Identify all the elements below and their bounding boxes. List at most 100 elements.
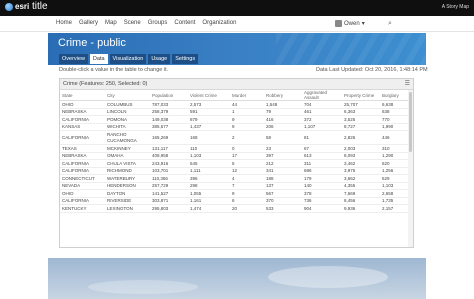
table-cell[interactable]: RANCHO CUCAMONGA — [105, 130, 150, 145]
table-cell[interactable]: 9 — [230, 115, 264, 124]
table-cell[interactable]: 372 — [302, 115, 342, 124]
table-cell[interactable]: 6,363 — [342, 108, 380, 116]
table-cell[interactable]: 44 — [230, 100, 264, 109]
table-cell[interactable]: 620 — [380, 159, 409, 168]
table-cell[interactable]: 81 — [302, 130, 342, 145]
table-cell[interactable]: WICHITA — [105, 123, 150, 131]
table-cell[interactable]: 787,033 — [150, 100, 188, 109]
column-header[interactable]: Violent Crime — [188, 90, 230, 101]
table-cell[interactable]: 168 — [188, 130, 230, 145]
table-cell[interactable]: 2,826 — [342, 130, 380, 145]
table-cell[interactable]: 103,701 — [150, 167, 188, 175]
table-cell[interactable]: 7,669 — [342, 189, 380, 198]
column-header[interactable]: Property Crime — [342, 90, 380, 101]
table-cell[interactable]: 567 — [264, 189, 302, 198]
table-cell[interactable]: 736 — [302, 197, 342, 205]
table-cell[interactable]: 137 — [264, 182, 302, 190]
table-cell[interactable]: 140 — [302, 182, 342, 190]
table-cell[interactable]: 2,573 — [188, 100, 230, 109]
nav-map[interactable]: Map — [105, 20, 117, 26]
table-row[interactable]: CALIFORNIA RICHMOND 103,701 1,111 12 341 686 3,… — [60, 167, 409, 175]
table-cell[interactable]: 243,916 — [150, 159, 188, 168]
table-cell[interactable]: 879 — [188, 115, 230, 124]
table-cell[interactable]: 212 — [264, 159, 302, 168]
table-cell[interactable]: 545 — [188, 159, 230, 168]
table-cell[interactable]: WATERBURY — [105, 174, 150, 183]
table-cell[interactable]: 149,038 — [150, 115, 188, 124]
table-cell[interactable]: 295,803 — [150, 204, 188, 213]
table-cell[interactable]: TEXAS — [60, 144, 105, 153]
nav-content[interactable]: Content — [174, 20, 195, 26]
table-cell[interactable]: 303,871 — [150, 197, 188, 205]
table-row[interactable]: KANSAS WICHITA 385,577 1,437 9 206 1,107 8,727 1… — [60, 123, 409, 131]
nav-organization[interactable]: Organization — [202, 20, 236, 26]
table-cell[interactable]: 613 — [302, 152, 342, 160]
table-cell[interactable]: 165,269 — [150, 130, 188, 145]
table-cell[interactable]: 7 — [230, 182, 264, 190]
column-header[interactable]: Population — [150, 90, 188, 101]
table-cell[interactable]: 141,527 — [150, 189, 188, 198]
search-icon[interactable]: ⌕ — [388, 20, 392, 28]
table-cell[interactable]: 20 — [230, 204, 264, 213]
table-cell[interactable]: NEVADA — [60, 182, 105, 190]
table-menu-icon[interactable]: ☰ — [405, 80, 410, 87]
table-cell[interactable]: 1,437 — [188, 123, 230, 131]
table-cell[interactable]: 110 — [188, 144, 230, 153]
table-cell[interactable]: 9 — [230, 189, 264, 198]
table-cell[interactable]: 23 — [264, 144, 302, 153]
table-cell[interactable]: 904 — [302, 204, 342, 213]
table-cell[interactable]: 25,707 — [342, 100, 380, 109]
table-cell[interactable]: 298 — [188, 182, 230, 190]
table-cell[interactable]: 1,161 — [188, 197, 230, 205]
table-cell[interactable]: 629 — [380, 174, 409, 183]
table-cell[interactable]: OHIO — [60, 100, 105, 109]
table-cell[interactable]: 396 — [188, 174, 230, 183]
table-cell[interactable]: 3,525 — [342, 115, 380, 124]
table-cell[interactable]: 2,658 — [380, 189, 409, 198]
table-cell[interactable]: POMONA — [105, 115, 150, 124]
table-row[interactable]: NEVADA HENDERSON 257,729 298 7 137 140 4,355 1,1… — [60, 182, 409, 190]
nav-home[interactable]: Home — [56, 20, 72, 26]
table-cell[interactable]: 461 — [302, 108, 342, 116]
table-cell[interactable]: 0 — [230, 144, 264, 153]
table-cell[interactable]: 17 — [230, 152, 264, 160]
column-header[interactable]: Robbery — [264, 90, 302, 101]
table-cell[interactable]: 1 — [230, 108, 264, 116]
table-cell[interactable]: 257,729 — [150, 182, 188, 190]
table-cell[interactable]: 6 — [230, 197, 264, 205]
table-cell[interactable]: 5 — [230, 159, 264, 168]
table-scrollbar[interactable] — [408, 90, 413, 247]
table-row[interactable]: OHIO COLUMBUS 787,033 2,573 44 1,548 704 25,707… — [60, 100, 409, 109]
nav-scene[interactable]: Scene — [124, 20, 141, 26]
table-cell[interactable]: 131,117 — [150, 144, 188, 153]
table-cell[interactable]: MCKINNEY — [105, 144, 150, 153]
table-cell[interactable]: RICHMOND — [105, 167, 150, 175]
table-cell[interactable]: LEXINGTON — [105, 204, 150, 213]
table-cell[interactable]: 1,107 — [302, 123, 342, 131]
table-cell[interactable]: 58 — [264, 130, 302, 145]
column-header[interactable]: Murder — [230, 90, 264, 101]
table-cell[interactable]: 9 — [230, 123, 264, 131]
table-cell[interactable]: 1,103 — [380, 182, 409, 190]
table-cell[interactable]: 1,111 — [188, 167, 230, 175]
table-cell[interactable]: 770 — [380, 115, 409, 124]
table-cell[interactable]: CALIFORNIA — [60, 115, 105, 124]
column-header[interactable]: State — [60, 90, 105, 101]
table-cell[interactable]: 8,727 — [342, 123, 380, 131]
table-cell[interactable]: 4,355 — [342, 182, 380, 190]
table-cell[interactable]: 110,366 — [150, 174, 188, 183]
table-cell[interactable]: OMAHA — [105, 152, 150, 160]
table-cell[interactable]: 686 — [302, 167, 342, 175]
table-cell[interactable]: RIVERSIDE — [105, 197, 150, 205]
tab-visualization[interactable]: Visualization — [109, 54, 147, 64]
table-cell[interactable]: CALIFORNIA — [60, 159, 105, 168]
table-cell[interactable]: 258,379 — [150, 108, 188, 116]
table-cell[interactable]: 2,157 — [380, 204, 409, 213]
table-cell[interactable]: 179 — [302, 174, 342, 183]
table-cell[interactable]: 397 — [264, 152, 302, 160]
table-cell[interactable]: 533 — [264, 204, 302, 213]
table-row[interactable]: CALIFORNIA CHULA VISTA 243,916 545 5 212 311 3,… — [60, 159, 409, 168]
table-cell[interactable]: 1,548 — [264, 100, 302, 109]
table-cell[interactable]: 8,456 — [342, 197, 380, 205]
table-cell[interactable]: 416 — [264, 115, 302, 124]
